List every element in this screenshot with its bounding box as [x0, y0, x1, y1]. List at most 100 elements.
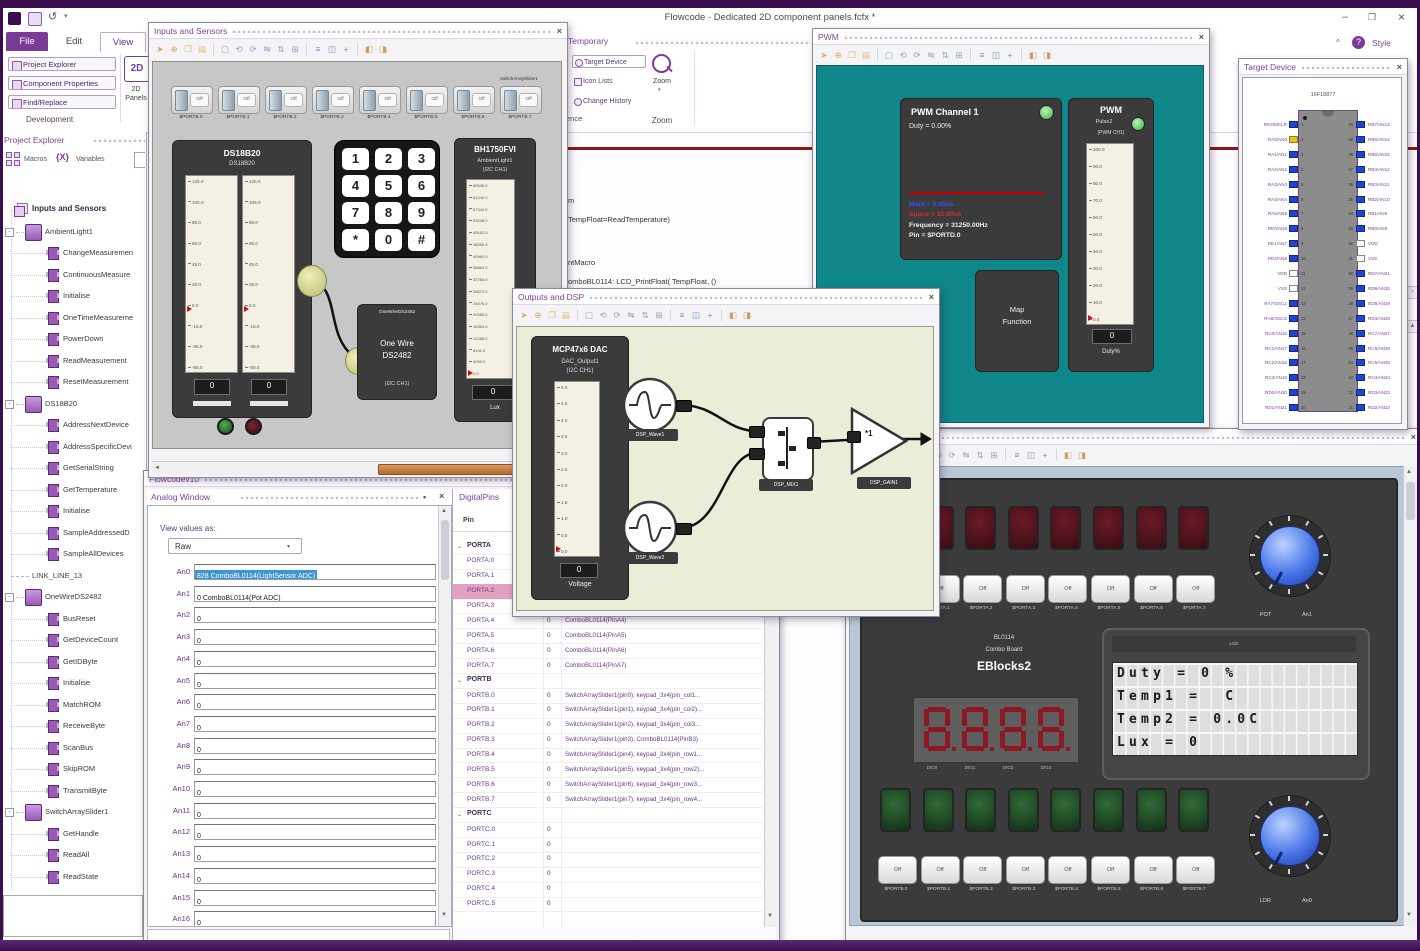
close-button[interactable]: × [1398, 10, 1405, 24]
outputs-dsp-panel-titlebar[interactable]: Outputs and DSP × [513, 289, 939, 305]
scroll-down-icon[interactable]: ▼ [441, 912, 447, 918]
pin-pad-left[interactable] [1289, 150, 1298, 158]
expander-icon[interactable]: - [5, 593, 14, 602]
analog-value-input[interactable]: 0 [194, 889, 436, 906]
port-a-switch-6[interactable]: Off [1133, 575, 1173, 603]
rotate-right-icon[interactable]: ⟳ [611, 309, 623, 321]
properties-icon[interactable]: + [704, 309, 716, 321]
analog-vscrollbar[interactable]: ▲ ▼ [438, 506, 451, 926]
analog-value-input[interactable]: 0 [194, 824, 436, 841]
pin-pad-right[interactable] [1356, 121, 1365, 128]
pin-row-portb-6[interactable]: PORTB.6 0 SwitchArraySlider1(pin6), keypad… [453, 777, 763, 794]
zoom-icon[interactable] [652, 54, 671, 73]
expander-icon[interactable]: - [5, 808, 14, 817]
flip-horizontal-icon[interactable]: ⇋ [261, 43, 273, 55]
paste-icon[interactable]: ▤ [196, 43, 208, 55]
tree-item-getdevicecount[interactable]: GetDeviceCount [0, 630, 146, 652]
pin-row-portb-2[interactable]: PORTB.2 0 SwitchArraySlider1(pin2), keypad… [453, 718, 763, 734]
ribbon-button-project-explorer[interactable]: Project Explorer [8, 57, 116, 71]
port-a-switch-2[interactable]: Off [963, 575, 1003, 603]
analog-window-titlebar[interactable]: Analog Window • × [147, 489, 452, 506]
zoom-button[interactable]: Zoom [646, 78, 678, 85]
scale-marker-icon[interactable] [1088, 314, 1093, 321]
tree-item-addressnextdevice[interactable]: AddressNextDevice [0, 415, 146, 437]
pan-icon[interactable]: ⊕ [168, 43, 180, 55]
tree-item-powerdown[interactable]: PowerDown [0, 329, 146, 351]
pin-pad-right[interactable] [1356, 359, 1365, 367]
snap-grid-icon[interactable]: ⊞ [289, 43, 301, 55]
ribbon-button-component-properties[interactable]: Component Properties [8, 76, 116, 90]
scroll-up-icon[interactable]: ▲ [1406, 469, 1412, 475]
tree-item-skiprom[interactable]: SkipROM [0, 759, 146, 781]
rotate-right-icon[interactable]: ⟳ [946, 449, 958, 461]
tree-item-onetimemeasureme[interactable]: OneTimeMeasureme [0, 308, 146, 330]
map-function-block[interactable]: Map Function [975, 270, 1059, 372]
view-option-change-history[interactable]: Change History [572, 95, 646, 108]
pin-pad-right[interactable] [1356, 404, 1365, 412]
flip-vertical-icon[interactable]: ⇅ [639, 309, 651, 321]
pin-pad-right[interactable] [1356, 180, 1365, 188]
ribbon-button-find-replace[interactable]: Find/Replace [8, 95, 116, 109]
analog-value-input[interactable]: 0 [194, 650, 436, 667]
copy-icon[interactable]: ❐ [546, 309, 558, 321]
pin-pad-left[interactable] [1289, 389, 1298, 397]
pwm-channel-block[interactable]: PWM Channel 1 Duty = 0.00% Mark = 0.00us Sp… [900, 98, 1062, 260]
macros-grid-icon[interactable] [6, 152, 21, 167]
style-button[interactable]: Style [1372, 38, 1391, 48]
pwm-panel-close-icon[interactable]: × [1199, 32, 1204, 42]
view-option-icon-lists[interactable]: Icon Lists [572, 75, 646, 88]
send-back-icon[interactable]: ◨ [1076, 449, 1088, 461]
pin-pad-left[interactable] [1289, 240, 1298, 248]
expander-icon[interactable]: - [5, 227, 14, 237]
properties-icon[interactable]: + [1039, 449, 1051, 461]
rotate-right-icon[interactable]: ⟳ [911, 49, 923, 61]
pin-row-portc-2[interactable]: PORTC.2 0 [453, 852, 763, 868]
pin-pad-left[interactable] [1289, 135, 1298, 143]
tab-view[interactable]: View [100, 32, 146, 52]
inputs-sensors-panel-close-icon[interactable]: × [557, 26, 562, 36]
bring-front-icon[interactable]: ◧ [363, 43, 375, 55]
port-b-switch-2[interactable]: Off [963, 856, 1003, 884]
pan-icon[interactable]: ⊕ [832, 49, 844, 61]
inputs-hscrollbar[interactable]: ◄► [152, 461, 562, 475]
analog-value-input[interactable]: 0 [194, 781, 436, 797]
send-back-icon[interactable]: ◨ [741, 309, 753, 321]
scroll-thumb-orange[interactable] [378, 464, 526, 475]
pin-row-portb-1[interactable]: PORTB.1 0 SwitchArraySlider1(pin1), keypad… [453, 703, 763, 719]
pin-row-porta-7[interactable]: PORTA.7 0 ComboBL0114(PinA7) [453, 658, 763, 675]
analog-value-input[interactable]: 0 [194, 867, 436, 884]
pin-row-porta-5[interactable]: PORTA.5 0 ComboBL0114(PinA5) [453, 628, 763, 645]
pin-pad-right[interactable] [1356, 314, 1365, 322]
tree-item-transmitbyte[interactable]: TransmitByte [0, 781, 146, 803]
analog-value-input[interactable]: 0 [194, 802, 436, 819]
green-led-2[interactable] [965, 788, 997, 832]
group-collapse-icon[interactable]: ⌄ [457, 677, 462, 684]
analog-value-input[interactable]: 0 ComboBL0114(Pot ADC) [194, 585, 436, 602]
restore-button[interactable]: ❐ [1368, 12, 1376, 23]
paste-icon[interactable]: ▤ [860, 49, 872, 61]
port-b-switch-6[interactable]: Off [1133, 856, 1173, 884]
pin-row-portb-0[interactable]: PORTB.0 0 SwitchArraySlider1(pin0), keypad… [453, 688, 763, 704]
port-a-switch-7[interactable]: Off [1176, 575, 1216, 603]
tree-item-initialise[interactable]: Initialise [0, 673, 146, 695]
ribbon-collapse-icon[interactable]: ^ [1336, 38, 1340, 47]
red-led-2[interactable] [965, 506, 997, 550]
pin-pad-left[interactable] [1289, 314, 1298, 322]
analog-value-input[interactable]: 0 [194, 759, 436, 776]
eblocks-panel-close-icon[interactable]: × [1411, 432, 1416, 442]
green-led-7[interactable] [1178, 788, 1210, 832]
tree-item-switcharrayslider1[interactable]: - SwitchArraySlider1 [0, 802, 146, 824]
pin-pad-left[interactable] [1289, 359, 1298, 367]
tree-item-getserialstring[interactable]: GetSerialString [0, 458, 146, 480]
copy-icon[interactable]: ❐ [846, 49, 858, 61]
view-values-dropdown[interactable]: Raw ▾ [168, 538, 302, 554]
pin-pad-right[interactable] [1356, 255, 1365, 263]
target-device-panel-close-icon[interactable]: × [1397, 62, 1402, 72]
analog-value-input[interactable]: 0 [194, 694, 436, 711]
paste-icon[interactable]: ▤ [560, 309, 572, 321]
tree-item-readstate[interactable]: ReadState [0, 867, 146, 889]
pin-row-portb-7[interactable]: PORTB.7 0 SwitchArraySlider1(pin7), keypad… [453, 792, 763, 809]
scroll-thumb[interactable] [441, 520, 449, 580]
green-led-6[interactable] [1135, 788, 1167, 832]
pin-pad-left[interactable] [1289, 374, 1298, 382]
